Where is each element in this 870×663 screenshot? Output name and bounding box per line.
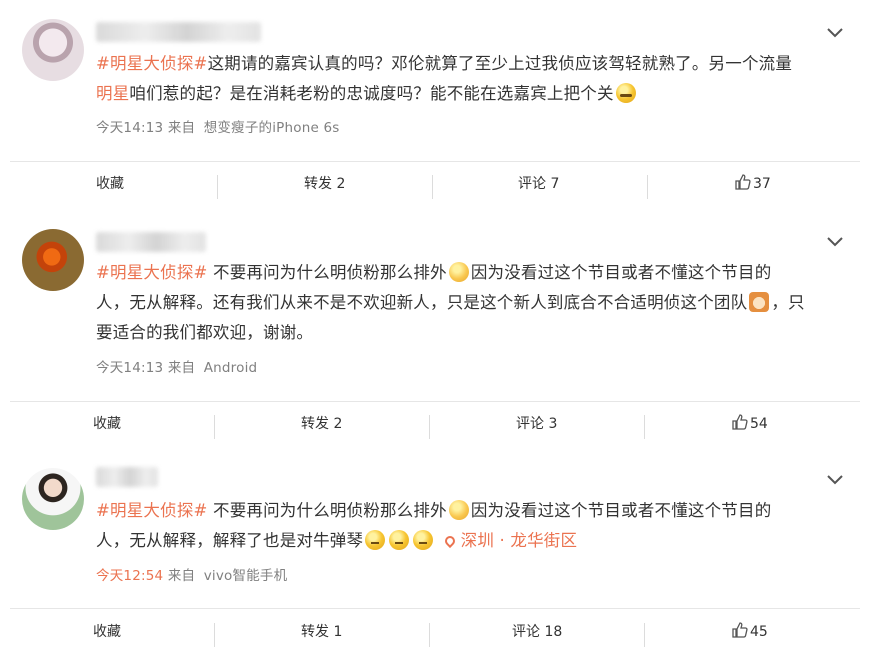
thumbs-up-icon bbox=[735, 174, 751, 190]
avatar[interactable] bbox=[22, 229, 84, 291]
chevron-down-icon[interactable] bbox=[826, 474, 844, 486]
repost-button[interactable]: 转发 1 bbox=[301, 612, 342, 652]
post-text-line: 因为没看过这个节目或者不懂这个节目的 bbox=[470, 501, 772, 520]
post-source[interactable]: vivo智能手机 bbox=[204, 568, 288, 584]
repost-button[interactable]: 转发 2 bbox=[304, 164, 345, 204]
separator bbox=[644, 623, 645, 647]
from-label: 来自 bbox=[167, 360, 196, 376]
post-time[interactable]: 今天12:54 bbox=[96, 568, 163, 584]
post-source[interactable]: Android bbox=[204, 360, 258, 376]
action-bar: 收藏 转发 2 评论 3 54 bbox=[10, 404, 860, 444]
post-text-line: 咱们惹的起？是在消耗老粉的忠诚度吗？能不能在选嘉宾上把个关 bbox=[129, 84, 614, 103]
separator bbox=[647, 175, 648, 199]
favorite-button[interactable]: 收藏 bbox=[93, 612, 121, 652]
separator bbox=[429, 415, 430, 439]
comment-button[interactable]: 评论 7 bbox=[518, 164, 559, 204]
from-label: 来自 bbox=[167, 120, 196, 136]
keyword-link[interactable]: 明星 bbox=[96, 84, 129, 103]
shush-emoji-icon bbox=[413, 530, 434, 550]
like-button[interactable]: 37 bbox=[735, 164, 771, 204]
post-time[interactable]: 今天14:13 bbox=[96, 360, 163, 376]
post-text: #明星大侦探# 不要再问为什么明侦粉那么排外 因为没看过这个节目或者不懂这个节目的… bbox=[96, 258, 851, 348]
post-text-line: 人，无从解释，解释了也是对牛弹琴 bbox=[96, 531, 364, 550]
location-text: 深圳 · 龙华街区 bbox=[460, 531, 578, 550]
divider bbox=[10, 608, 860, 609]
separator bbox=[217, 175, 218, 199]
username-blurred[interactable] bbox=[96, 467, 158, 487]
username-blurred[interactable] bbox=[96, 232, 206, 252]
divider bbox=[10, 401, 860, 402]
post-text-line: 不要再问为什么明侦粉那么排外 bbox=[207, 263, 447, 282]
shush-emoji-icon bbox=[389, 530, 410, 550]
comment-button[interactable]: 评论 18 bbox=[512, 612, 562, 652]
action-bar: 收藏 转发 2 评论 7 37 bbox=[10, 164, 860, 204]
avatar[interactable] bbox=[22, 468, 84, 530]
post-meta: 今天12:54 来自 vivo智能手机 bbox=[96, 564, 287, 584]
post-text-line: 不要再问为什么明侦粉那么排外 bbox=[207, 501, 447, 520]
shush-emoji-icon bbox=[365, 530, 386, 550]
post-time[interactable]: 今天14:13 bbox=[96, 120, 163, 136]
post-text: #明星大侦探#这期请的嘉宾认真的吗？邓伦就算了至少上过我侦应该驾轻就熟了。另一个… bbox=[96, 49, 851, 109]
avatar[interactable] bbox=[22, 19, 84, 81]
post-source[interactable]: 想变瘦子的iPhone 6s bbox=[204, 120, 340, 136]
separator bbox=[432, 175, 433, 199]
post-meta: 今天14:13 来自 Android bbox=[96, 356, 257, 376]
post-text-line: 人，无从解释。还有我们从来不是不欢迎新人，只是这个新人到底合不合适明侦这个团队 bbox=[96, 293, 748, 312]
hug-emoji-icon bbox=[448, 500, 469, 520]
thumbs-up-icon bbox=[732, 622, 748, 638]
chevron-down-icon[interactable] bbox=[826, 236, 844, 248]
post-text-line: 这期请的嘉宾认真的吗？邓伦就算了至少上过我侦应该驾轻就熟了。另一个流量 bbox=[207, 54, 793, 73]
hashtag-link[interactable]: #明星大侦探# bbox=[96, 54, 208, 73]
action-bar: 收藏 转发 1 评论 18 45 bbox=[10, 612, 860, 652]
favorite-button[interactable]: 收藏 bbox=[96, 164, 124, 204]
post-text-line: 因为没看过这个节目或者不懂这个节目的 bbox=[470, 263, 772, 282]
like-count: 54 bbox=[750, 416, 768, 432]
like-button[interactable]: 45 bbox=[732, 612, 768, 652]
post-meta: 今天14:13 来自 想变瘦子的iPhone 6s bbox=[96, 116, 340, 136]
hashtag-link[interactable]: #明星大侦探# bbox=[96, 263, 208, 282]
from-label: 来自 bbox=[167, 568, 196, 584]
divider bbox=[10, 161, 860, 162]
location-pin-icon bbox=[442, 533, 457, 549]
hug-emoji-icon bbox=[448, 262, 469, 282]
like-count: 37 bbox=[753, 176, 771, 192]
repost-button[interactable]: 转发 2 bbox=[301, 404, 342, 444]
separator bbox=[214, 415, 215, 439]
smirk-emoji-icon bbox=[615, 83, 636, 103]
comment-button[interactable]: 评论 3 bbox=[516, 404, 557, 444]
favorite-button[interactable]: 收藏 bbox=[93, 404, 121, 444]
separator bbox=[429, 623, 430, 647]
post-text: #明星大侦探# 不要再问为什么明侦粉那么排外 因为没看过这个节目或者不懂这个节目的… bbox=[96, 496, 851, 556]
like-count: 45 bbox=[750, 624, 768, 640]
thumbs-up-icon bbox=[732, 414, 748, 430]
hashtag-link[interactable]: #明星大侦探# bbox=[96, 501, 208, 520]
chevron-down-icon[interactable] bbox=[826, 27, 844, 39]
separator bbox=[644, 415, 645, 439]
post-text-line: 要适合的我们都欢迎，谢谢。 bbox=[96, 323, 314, 342]
location-link[interactable]: 深圳 · 龙华街区 bbox=[441, 531, 578, 550]
separator bbox=[214, 623, 215, 647]
username-blurred[interactable] bbox=[96, 22, 261, 42]
cat-emoji-icon bbox=[749, 292, 770, 312]
like-button[interactable]: 54 bbox=[732, 404, 768, 444]
post-text-line: ，只 bbox=[771, 293, 805, 312]
